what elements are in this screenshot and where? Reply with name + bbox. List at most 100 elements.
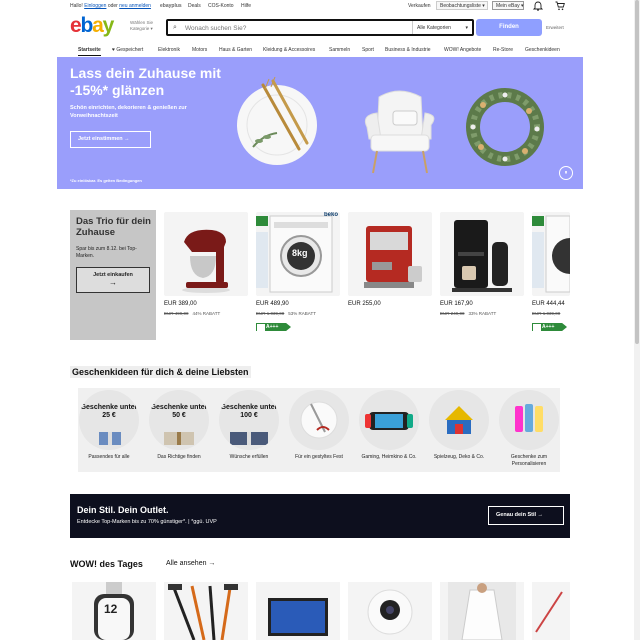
nav-electronics[interactable]: Elektronik [158,47,180,53]
advanced-search-link[interactable]: Erweitert [546,25,564,30]
my-ebay-dropdown[interactable]: Mein eBay ▾ [492,1,524,10]
greeting-text: Hallo! [70,3,83,9]
gift-label[interactable]: Wünsche erfüllen [214,454,284,461]
search-category-select[interactable]: Alle Kategorien ▾ [412,21,472,34]
outlet-cta-button[interactable]: Genau dein Stil → [488,506,564,525]
hero-cta-button[interactable]: Jetzt einstimmen → [70,131,151,148]
gift-circle-toys[interactable] [429,390,489,450]
sell-link[interactable]: Verkaufen [408,3,431,9]
wow-title: WOW! des Tages [70,559,143,569]
hero-subtitle: Schön einrichten, dekorieren & genießen … [70,105,187,119]
deals-link[interactable]: Deals [188,3,201,9]
gift-circle-25[interactable]: Geschenke unter 25 € [79,390,139,450]
wow-card-jacket[interactable] [440,582,524,640]
search-input[interactable] [185,25,405,32]
discount: 53% RABATT [288,311,316,316]
gift-circle-festive[interactable] [289,390,349,450]
top-bar: Hallo! Einloggen oder neu anmelden ebayp… [0,0,640,12]
logo-b: b [80,14,93,37]
nav-home-garden[interactable]: Haus & Garten [219,47,252,53]
gift-label[interactable]: Spielzeug, Deko & Co. [424,454,494,461]
product-old-price: EUR 1.039,00 53% RABATT [256,311,316,316]
nav-wow-deals[interactable]: WOW! Angebote [444,47,481,53]
trio-promo-card: Das Trio für dein Zuhause Spar bis zum 8… [70,210,156,340]
ebay-logo[interactable]: ebay [70,14,115,37]
product-image-espresso[interactable] [348,212,432,296]
search-bar: ⌕ Alle Kategorien ▾ [166,19,474,36]
wow-card-watch[interactable]: 12 [72,582,156,640]
help-link[interactable]: Hilfe [241,3,251,9]
login-link[interactable]: Einloggen [84,3,106,9]
gift-circle-50[interactable]: Geschenke unter 50 € [149,390,209,450]
hero-title: Lass dein Zuhause mit -15%* glänzen [70,65,221,98]
nav-gift-ideas[interactable]: Geschenkideen [525,47,560,53]
gift-label[interactable]: Für ein gestyltes Fest [284,454,354,461]
trio-shop-button[interactable]: Jetzt einkaufen → [76,267,150,293]
discount: 44% RABATT [192,311,221,316]
my-ebay-label: Mein eBay [496,3,520,9]
energy-label-badge[interactable]: A+++ [532,323,567,331]
register-link[interactable]: neu anmelden [119,3,151,9]
old-price: EUR 1.039,00 [532,311,561,316]
logo-y: y [102,14,115,37]
gift-circle-gaming[interactable] [359,390,419,450]
watch-time: 12 [104,602,118,616]
nav-home[interactable]: Startseite [78,47,101,56]
gift-label[interactable]: Passendes für alle [74,454,144,461]
gift-label[interactable]: Das Richtige finden [144,454,214,461]
page-scrollbar[interactable] [634,0,640,640]
pause-icon[interactable]: ⏸ [559,166,573,180]
bell-icon[interactable] [532,1,544,11]
scrollbar-thumb[interactable] [635,0,639,344]
gift-ideas-title: Geschenkideen für dich & deine Liebsten [70,366,251,378]
product-price: EUR 444,44 [532,301,565,307]
cos-link[interactable]: COS-Konto [208,3,234,9]
category-nav: Startseite ♥ Gespeichert Elektronik Moto… [66,44,582,56]
nav-collectibles[interactable]: Sammeln [329,47,350,53]
gift-circle-personalize[interactable] [499,390,559,450]
cart-icon[interactable] [555,1,565,11]
watchlist-label: Beobachtungsliste [440,3,481,9]
product-image-nespresso[interactable] [440,212,524,296]
wow-card-partial[interactable] [532,582,570,640]
product-price: EUR 167,90 [440,301,473,307]
gift-circle-label: Geschenke unter 100 € [220,404,278,419]
gift-circle-label: Geschenke unter 50 € [150,404,208,419]
search-button[interactable]: Finden [476,19,542,36]
product-image-washer-2[interactable] [532,212,570,296]
wreath-image [466,88,544,166]
watchlist-dropdown[interactable]: Beobachtungsliste ▾ [436,1,488,10]
product-old-price: EUR 249,00 33% RABATT [440,311,496,316]
nav-sport[interactable]: Sport [362,47,374,53]
arrow-right-icon: → [109,278,117,287]
ebay-homepage: Hallo! Einloggen oder neu anmelden ebayp… [0,0,640,640]
chevron-down-icon: ▾ [465,25,468,31]
logo-a: a [92,14,104,37]
wow-card-tools[interactable] [164,582,248,640]
trio-title: Das Trio für dein Zuhause [76,216,151,238]
nav-motors[interactable]: Motors [192,47,207,53]
armchair-image [364,90,435,174]
wow-see-all-link[interactable]: Alle ansehen → [166,560,215,567]
nav-saved[interactable]: ♥ Gespeichert [112,47,143,53]
nav-restore[interactable]: Re-Store [493,47,513,53]
old-price: EUR 1.039,00 [256,311,285,316]
nav-fashion[interactable]: Kleidung & Accessoires [263,47,315,53]
hero-banner: Lass dein Zuhause mit -15%* glänzen Schö… [57,57,583,189]
category-selector-label: Wählen Sie Kategorie [130,20,154,31]
category-selector[interactable]: Wählen Sie Kategorie ▾ [130,20,164,32]
old-price: EUR 249,00 [440,311,465,316]
product-image-mixer[interactable] [164,212,248,296]
wow-card-laptop[interactable] [256,582,340,640]
product-old-price: EUR 499,00 44% RABATT [164,311,220,316]
product-price: EUR 389,00 [164,301,197,307]
product-old-price: EUR 1.039,00 [532,311,564,316]
energy-label-badge[interactable]: A+++ [256,323,291,331]
ebay-plus-link[interactable]: ebayplus [160,3,182,9]
gift-circle-100[interactable]: Geschenke unter 100 € [219,390,279,450]
product-image-washer[interactable]: 8kg beko [256,212,340,296]
gift-label[interactable]: Gaming, Heimkino & Co. [354,454,424,461]
wow-card-camera[interactable] [348,582,432,640]
nav-business[interactable]: Business & Industrie [385,47,431,53]
gift-label[interactable]: Geschenke zum Personalisieren [494,454,564,468]
